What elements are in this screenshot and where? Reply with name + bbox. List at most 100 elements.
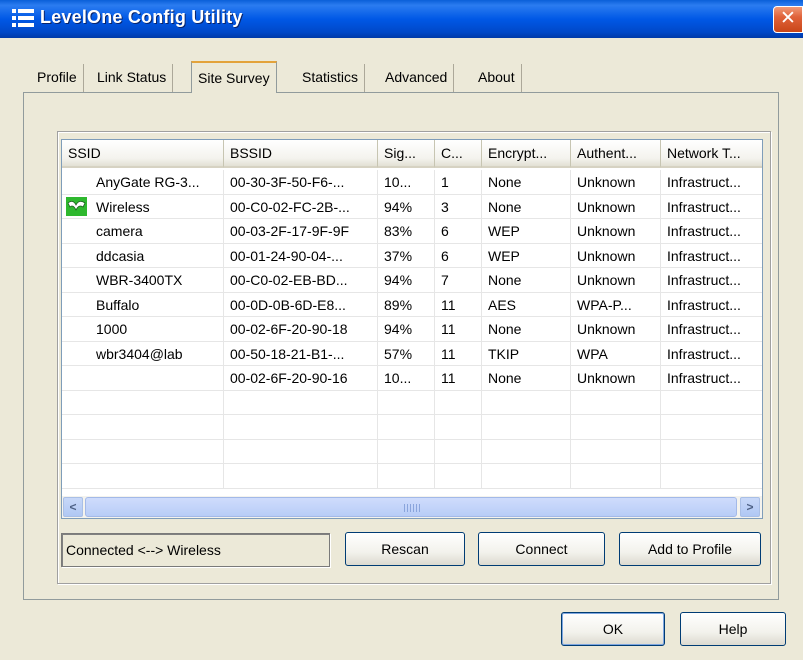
cell-network-type: Infrastruct...: [661, 366, 762, 391]
cell-bssid: 00-01-24-90-04-...: [224, 243, 378, 268]
cell-channel: [435, 464, 482, 489]
cell-ssid: AnyGate RG-3...: [62, 170, 224, 195]
chevron-left-icon: <: [69, 500, 77, 514]
cell-signal: 94%: [378, 317, 435, 342]
cell-encryption: None: [482, 366, 571, 391]
tab-about[interactable]: About: [472, 64, 522, 92]
connect-button[interactable]: Connect: [478, 532, 605, 566]
tab-advanced[interactable]: Advanced: [379, 64, 455, 92]
cell-channel: 11: [435, 341, 482, 366]
site-survey-list[interactable]: SSID BSSID Sig... C... Encrypt... Authen…: [61, 139, 763, 519]
table-row[interactable]: [62, 390, 762, 415]
cell-authentication: [571, 439, 661, 464]
cell-authentication: [571, 415, 661, 440]
cell-authentication: Unknown: [571, 219, 661, 244]
cell-signal: 83%: [378, 219, 435, 244]
cell-encryption: [482, 439, 571, 464]
cell-encryption: [482, 464, 571, 489]
cell-channel: 11: [435, 366, 482, 391]
scroll-left-button[interactable]: <: [63, 497, 83, 517]
cell-ssid: [62, 366, 224, 391]
cell-channel: 3: [435, 194, 482, 219]
table-row[interactable]: WBR-3400TX 00-C0-02-EB-BD... 94% 7 None Unkno…: [62, 268, 762, 293]
table-row[interactable]: [62, 464, 762, 489]
table-row[interactable]: [62, 415, 762, 440]
cell-channel: [435, 439, 482, 464]
cell-authentication: [571, 390, 661, 415]
cell-ssid: [62, 415, 224, 440]
cell-authentication: WPA-P...: [571, 292, 661, 317]
scroll-right-button[interactable]: >: [740, 497, 760, 517]
table-row[interactable]: AnyGate RG-3... 00-30-3F-50-F6-... 10... 1 N…: [62, 170, 762, 195]
scroll-thumb[interactable]: [85, 497, 737, 517]
ok-button[interactable]: OK: [561, 612, 665, 646]
cell-authentication: Unknown: [571, 268, 661, 293]
cell-bssid: [224, 464, 378, 489]
title-bar: LevelOne Config Utility ✕: [0, 0, 803, 38]
cell-authentication: Unknown: [571, 317, 661, 342]
column-signal[interactable]: Sig...: [378, 140, 435, 168]
table-row[interactable]: wbr3404@lab 00-50-18-21-B1-... 57% 11 TKIP WP…: [62, 341, 762, 366]
tab-statistics[interactable]: Statistics: [296, 64, 366, 92]
column-encryption[interactable]: Encrypt...: [482, 140, 571, 168]
cell-encryption: None: [482, 170, 571, 195]
column-ssid[interactable]: SSID: [62, 140, 224, 168]
rescan-button[interactable]: Rescan: [345, 532, 465, 566]
cell-encryption: WEP: [482, 243, 571, 268]
cell-ssid: [62, 439, 224, 464]
cell-network-type: Infrastruct...: [661, 293, 762, 317]
cell-signal: 89%: [378, 292, 435, 317]
cell-bssid: [224, 439, 378, 464]
tab-site-survey[interactable]: Site Survey: [191, 61, 277, 93]
close-icon: ✕: [780, 8, 796, 29]
cell-network-type: Infrastruct...: [661, 268, 762, 293]
table-row[interactable]: 1000 00-02-6F-20-90-18 94% 11 None Unknown Inf…: [62, 317, 762, 342]
cell-signal: [378, 390, 435, 415]
grip-icon: [404, 504, 420, 512]
cell-channel: 7: [435, 268, 482, 293]
cell-channel: 11: [435, 317, 482, 342]
cell-channel: [435, 390, 482, 415]
table-row[interactable]: 00-02-6F-20-90-16 10... 11 None Unknown Infra…: [62, 366, 762, 391]
connection-status: Connected <--> Wireless: [61, 533, 330, 567]
column-bssid[interactable]: BSSID: [224, 140, 378, 168]
table-row[interactable]: [62, 439, 762, 464]
cell-network-type: [661, 391, 762, 415]
add-to-profile-button[interactable]: Add to Profile: [619, 532, 761, 566]
cell-ssid: wbr3404@lab: [62, 341, 224, 366]
table-row[interactable]: Buffalo 00-0D-0B-6D-E8... 89% 11 AES WPA-P...…: [62, 292, 762, 317]
column-network-type[interactable]: Network T...: [661, 140, 762, 168]
horizontal-scrollbar[interactable]: < >: [62, 496, 762, 518]
cell-encryption: WEP: [482, 219, 571, 244]
cell-signal: 10...: [378, 170, 435, 195]
table-row[interactable]: ddcasia 00-01-24-90-04-... 37% 6 WEP Unknown I…: [62, 243, 762, 268]
cell-network-type: Infrastruct...: [661, 244, 762, 268]
tab-link-status[interactable]: Link Status: [91, 64, 174, 92]
column-channel[interactable]: C...: [435, 140, 482, 168]
cell-authentication: Unknown: [571, 243, 661, 268]
table-row[interactable]: Wireless 00-C0-02-FC-2B-... 94% 3 None Unknow…: [62, 194, 762, 219]
cell-bssid: 00-30-3F-50-F6-...: [224, 170, 378, 195]
cell-bssid: 00-03-2F-17-9F-9F: [224, 219, 378, 244]
cell-channel: [435, 415, 482, 440]
help-button[interactable]: Help: [680, 612, 786, 646]
cell-ssid: [62, 464, 224, 489]
list-header: SSID BSSID Sig... C... Encrypt... Authen…: [62, 140, 762, 168]
connected-network-icon: [66, 196, 87, 216]
close-button[interactable]: ✕: [773, 6, 803, 33]
cell-encryption: AES: [482, 292, 571, 317]
cell-channel: 6: [435, 243, 482, 268]
cell-encryption: None: [482, 317, 571, 342]
tab-profile[interactable]: Profile: [31, 64, 84, 92]
cell-authentication: [571, 464, 661, 489]
chevron-right-icon: >: [746, 500, 754, 514]
table-row[interactable]: camera 00-03-2F-17-9F-9F 83% 6 WEP Unknown Inf…: [62, 219, 762, 244]
column-authentication[interactable]: Authent...: [571, 140, 661, 168]
cell-ssid: WBR-3400TX: [62, 268, 224, 293]
cell-signal: 10...: [378, 366, 435, 391]
cell-network-type: [661, 464, 762, 489]
cell-network-type: Infrastruct...: [661, 195, 762, 219]
cell-signal: 94%: [378, 268, 435, 293]
connection-status-text: Connected <--> Wireless: [66, 542, 221, 558]
cell-network-type: Infrastruct...: [661, 170, 762, 195]
